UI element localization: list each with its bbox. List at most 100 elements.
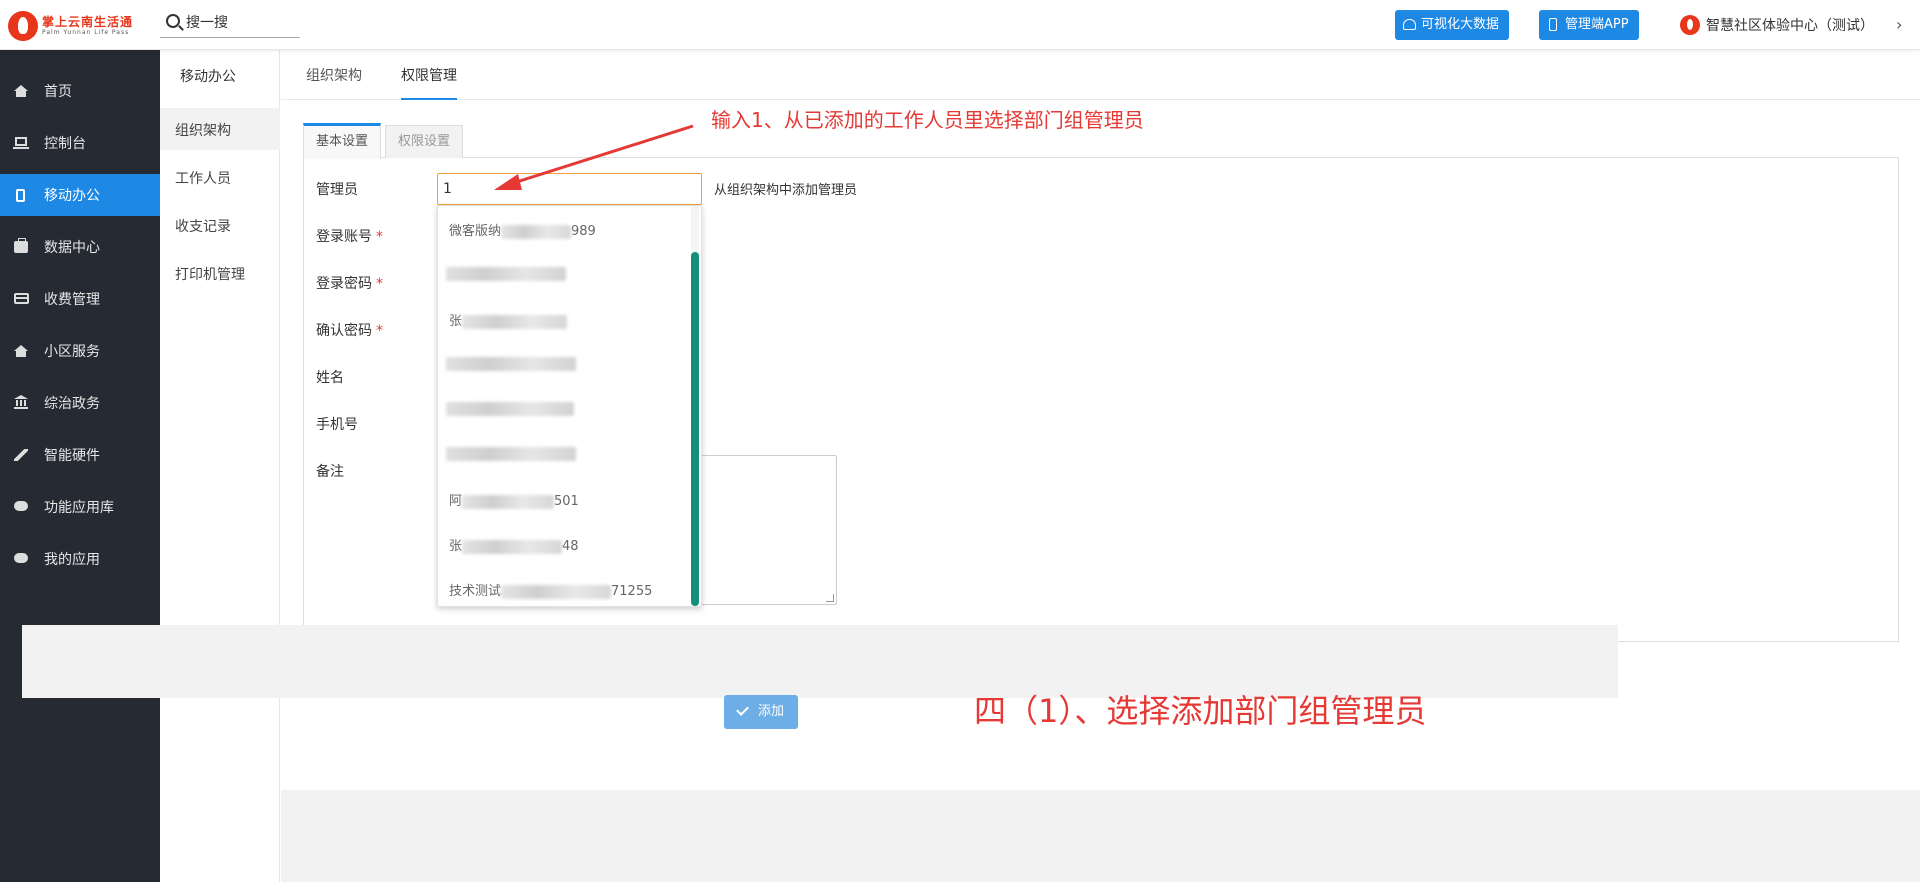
redacted-block — [501, 584, 612, 599]
sidebar-item-hardware[interactable]: 智能硬件 — [0, 434, 160, 476]
credit-card-icon — [14, 293, 29, 304]
redacted-block — [446, 267, 566, 281]
option-suffix: 71255 — [611, 584, 653, 599]
cloud-icon — [1403, 19, 1416, 30]
option-suffix: 501 — [554, 494, 579, 509]
annotation-arrow — [494, 124, 694, 190]
sidebar-item-console[interactable]: 控制台 — [0, 122, 160, 164]
dropdown-option[interactable] — [438, 386, 693, 431]
remark-label: 备注 — [316, 464, 344, 480]
dropdown-option[interactable]: 阿 501 — [438, 476, 693, 521]
mobile-icon — [1549, 18, 1557, 31]
logo-subtext: Palm Yunnan Life Pass — [42, 29, 130, 36]
sidebar-item-label: 首页 — [44, 84, 72, 100]
admin-hint: 从组织架构中添加管理员 — [714, 183, 858, 198]
sidebar-item-label: 我的应用 — [44, 552, 100, 568]
dropdown-option[interactable]: 张 48 — [438, 521, 693, 566]
option-prefix: 阿 — [449, 494, 463, 509]
logo-text: 掌上云南生活通 — [42, 15, 134, 29]
sub-item-staff[interactable]: 工作人员 — [160, 156, 280, 198]
redacted-block — [446, 402, 574, 416]
tab-bar: 组织架构 权限管理 — [281, 50, 1920, 100]
sub-item-label: 打印机管理 — [175, 267, 245, 283]
sidebar-item-label: 功能应用库 — [44, 500, 114, 516]
tab-permission-settings[interactable]: 权限设置 — [385, 125, 464, 158]
name-label: 姓名 — [316, 370, 344, 386]
sub-item-income-expense[interactable]: 收支记录 — [160, 204, 280, 246]
app-logo[interactable]: 掌上云南生活通 Palm Yunnan Life Pass — [8, 11, 158, 41]
home-icon — [14, 85, 28, 97]
user-avatar — [1680, 15, 1700, 35]
sidebar-item-community-service[interactable]: 小区服务 — [0, 330, 160, 372]
sub-item-label: 组织架构 — [175, 123, 231, 139]
admin-app-button-label: 管理端APP — [1565, 17, 1629, 32]
sub-item-org-structure[interactable]: 组织架构 — [160, 108, 280, 150]
redacted-block — [446, 357, 576, 371]
password-label-text: 登录密码 — [316, 276, 372, 292]
annotation-bottom: 四（1）、选择添加部门组管理员 — [974, 692, 1427, 730]
admin-app-button[interactable]: 管理端APP — [1539, 10, 1639, 40]
add-button-label: 添加 — [758, 704, 785, 719]
dropdown-option[interactable] — [438, 431, 693, 476]
sidebar-item-data-center[interactable]: 数据中心 — [0, 226, 160, 268]
search-icon — [166, 14, 180, 28]
tab-permissions[interactable]: 权限管理 — [401, 65, 457, 100]
logo-icon — [8, 11, 38, 41]
account-label: 登录账号 * — [316, 226, 383, 246]
subbar-title: 移动办公 — [180, 69, 236, 85]
required-mark: * — [376, 229, 383, 245]
tab-basic-settings[interactable]: 基本设置 — [303, 123, 382, 159]
sub-item-label: 工作人员 — [175, 171, 231, 187]
required-mark: * — [376, 323, 383, 339]
dropdown-option[interactable]: 张 — [438, 296, 693, 341]
sidebar-item-home[interactable]: 首页 — [0, 70, 160, 112]
cloud-download-icon — [14, 501, 28, 511]
bigdata-button[interactable]: 可视化大数据 — [1395, 10, 1510, 40]
dropdown-option[interactable]: 微客版纳 989 — [438, 206, 693, 251]
dropdown-option[interactable]: 技术测试 71255 — [438, 566, 693, 611]
sidebar-item-billing[interactable]: 收费管理 — [0, 278, 160, 320]
tab-org-structure[interactable]: 组织架构 — [306, 65, 362, 100]
sidebar-item-label: 数据中心 — [44, 240, 100, 256]
password-label: 登录密码 * — [316, 273, 383, 293]
sidebar-item-governance[interactable]: 综治政务 — [0, 382, 160, 424]
account-label-text: 登录账号 — [316, 229, 372, 245]
resize-handle-icon[interactable] — [826, 594, 834, 602]
bigdata-button-label: 可视化大数据 — [1421, 17, 1500, 32]
sidebar-item-label: 综治政务 — [44, 396, 100, 412]
phone-label: 手机号 — [316, 417, 358, 433]
home-icon — [14, 345, 28, 357]
sub-item-label: 收支记录 — [175, 219, 231, 235]
sidebar-item-label: 智能硬件 — [44, 448, 100, 464]
arrow-shaft — [503, 124, 694, 188]
confirm-password-label: 确认密码 * — [316, 320, 383, 340]
tablet-icon — [16, 189, 25, 202]
sidebar-item-label: 移动办公 — [44, 188, 100, 204]
sub-item-printer[interactable]: 打印机管理 — [160, 252, 280, 294]
search-input[interactable] — [186, 12, 296, 34]
check-icon — [736, 703, 749, 716]
redacted-block — [462, 314, 568, 329]
sub-sidebar: 移动办公 组织架构 工作人员 收支记录 打印机管理 — [160, 50, 280, 882]
redacted-block — [501, 224, 572, 239]
laptop-icon — [13, 137, 29, 149]
dropdown-option[interactable] — [438, 341, 693, 386]
option-prefix: 技术测试 — [449, 584, 502, 599]
dropdown-option[interactable] — [438, 251, 693, 296]
wrench-icon — [14, 449, 28, 461]
option-suffix: 989 — [571, 224, 596, 239]
chevron-right-icon: › — [1896, 15, 1903, 34]
page-footer-area — [281, 790, 1920, 882]
sidebar-item-app-library[interactable]: 功能应用库 — [0, 486, 160, 528]
add-button[interactable]: 添加 — [724, 695, 798, 729]
dropdown-scrollbar-thumb[interactable] — [691, 252, 699, 606]
briefcase-icon — [14, 238, 28, 253]
redacted-block — [446, 447, 576, 461]
confirm-label-text: 确认密码 — [316, 323, 372, 339]
redacted-block — [462, 539, 563, 554]
search-box[interactable] — [160, 10, 300, 38]
sidebar-item-my-apps[interactable]: 我的应用 — [0, 538, 160, 580]
option-prefix: 张 — [449, 539, 463, 554]
sidebar-item-mobile-office[interactable]: 移动办公 — [0, 174, 160, 216]
required-mark: * — [376, 276, 383, 292]
